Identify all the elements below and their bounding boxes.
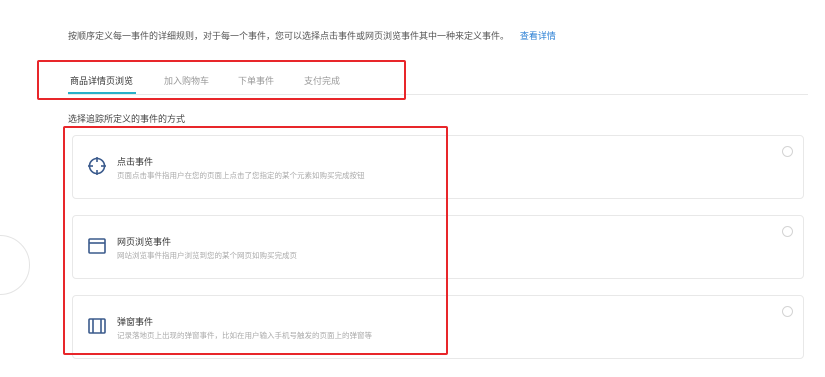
- intro-text: 按顺序定义每一事件的详细规则，对于每一个事件，您可以选择点击事件或网页浏览事件其…: [68, 29, 556, 42]
- option-radio[interactable]: [782, 306, 793, 317]
- view-details-link[interactable]: 查看详情: [520, 32, 556, 42]
- option-radio[interactable]: [782, 146, 793, 157]
- intro-description: 按顺序定义每一事件的详细规则，对于每一个事件，您可以选择点击事件或网页浏览事件其…: [68, 32, 510, 42]
- options-highlight-box: [63, 126, 448, 355]
- side-scroll-handle: [0, 235, 30, 295]
- tabs-highlight-box: [37, 60, 406, 100]
- option-radio[interactable]: [782, 226, 793, 237]
- section-title: 选择追踪所定义的事件的方式: [68, 115, 186, 125]
